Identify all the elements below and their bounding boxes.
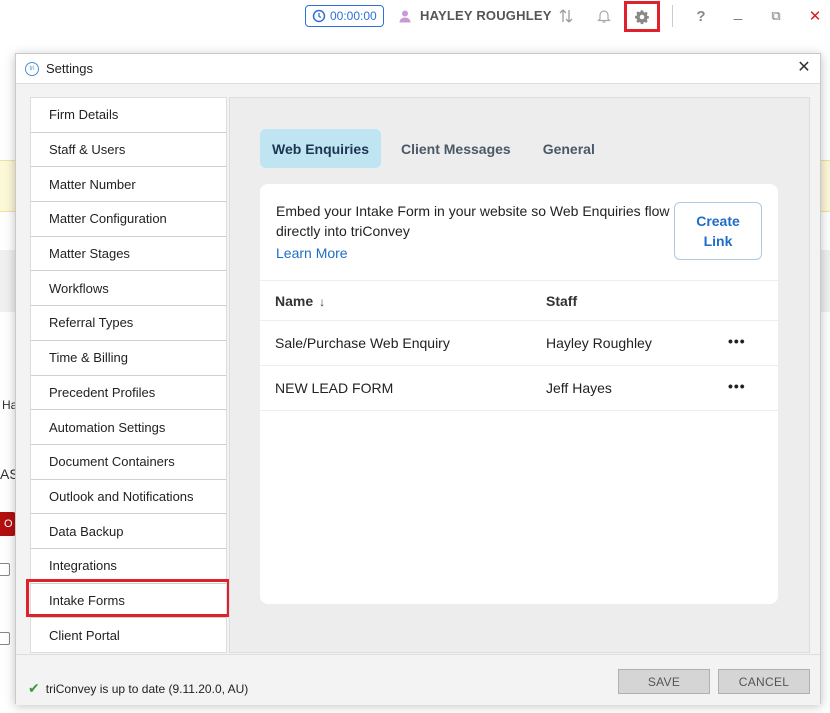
app-close-icon[interactable]: ✕: [805, 6, 825, 26]
gear-icon[interactable]: [634, 9, 650, 25]
bell-icon[interactable]: [594, 6, 614, 26]
background-checkbox: [0, 632, 10, 645]
clock-icon: [312, 9, 326, 23]
sync-icon[interactable]: [556, 6, 576, 26]
settings-highlight: [624, 1, 660, 32]
create-link-label-line1: Create: [696, 213, 740, 229]
user-menu[interactable]: HAYLEY ROUGHLEY: [398, 8, 552, 23]
table-row[interactable]: Sale/Purchase Web Enquiry Hayley Roughle…: [260, 321, 778, 366]
settings-sidebar: Firm Details Staff & Users Matter Number…: [30, 97, 227, 653]
create-link-button[interactable]: Create Link: [674, 202, 762, 260]
sidebar-item-client-portal[interactable]: Client Portal: [31, 618, 226, 652]
dialog-title: Settings: [46, 61, 93, 76]
more-options-icon[interactable]: •••: [728, 333, 746, 349]
sidebar-item-matter-configuration[interactable]: Matter Configuration: [31, 202, 226, 237]
table-row[interactable]: NEW LEAD FORM Jeff Hayes •••: [260, 366, 778, 411]
sidebar-item-integrations[interactable]: Integrations: [31, 549, 226, 584]
sidebar-item-staff-users[interactable]: Staff & Users: [31, 133, 226, 168]
tab-web-enquiries[interactable]: Web Enquiries: [260, 129, 381, 168]
sidebar-item-referral-types[interactable]: Referral Types: [31, 306, 226, 341]
dialog-close-icon[interactable]: ✕: [796, 60, 812, 76]
background-checkbox: [0, 563, 10, 576]
embed-description: Embed your Intake Form in your website s…: [276, 203, 670, 239]
column-header-staff: Staff: [546, 293, 578, 309]
timer-value: 00:00:00: [330, 9, 377, 23]
cancel-button[interactable]: CANCEL: [718, 669, 810, 694]
settings-dialog: tri Settings ✕ Firm Details Staff & User…: [15, 53, 821, 705]
help-icon[interactable]: ?: [691, 6, 711, 26]
more-options-icon[interactable]: •••: [728, 378, 746, 394]
create-link-label: Create Link: [696, 211, 740, 251]
check-icon: ✔: [28, 680, 40, 696]
web-enquiries-card: Embed your Intake Form in your website s…: [260, 184, 778, 604]
dialog-footer: ✔ triConvey is up to date (9.11.20.0, AU…: [16, 654, 820, 705]
user-name: HAYLEY ROUGHLEY: [420, 8, 552, 23]
sidebar-item-document-containers[interactable]: Document Containers: [31, 445, 226, 480]
sidebar-item-data-backup[interactable]: Data Backup: [31, 514, 226, 549]
sort-down-icon: ↓: [319, 295, 326, 309]
sidebar-item-automation-settings[interactable]: Automation Settings: [31, 410, 226, 445]
timer-button[interactable]: 00:00:00: [305, 5, 384, 27]
sidebar-item-time-billing[interactable]: Time & Billing: [31, 341, 226, 376]
tab-general[interactable]: General: [531, 129, 607, 168]
tab-bar: Web Enquiries Client Messages General: [260, 129, 615, 168]
dialog-titlebar: tri Settings ✕: [16, 54, 820, 84]
row-name: NEW LEAD FORM: [275, 380, 394, 396]
sidebar-item-firm-details[interactable]: Firm Details: [31, 98, 226, 133]
create-link-label-line2: Link: [703, 233, 733, 249]
minimize-icon[interactable]: _: [728, 2, 748, 22]
tab-client-messages[interactable]: Client Messages: [389, 129, 523, 168]
sidebar-item-intake-forms[interactable]: Intake Forms: [31, 583, 226, 619]
sidebar-item-matter-stages[interactable]: Matter Stages: [31, 237, 226, 272]
row-name: Sale/Purchase Web Enquiry: [275, 335, 450, 351]
row-staff: Jeff Hayes: [546, 380, 612, 396]
learn-more-link[interactable]: Learn More: [276, 245, 348, 261]
sidebar-item-workflows[interactable]: Workflows: [31, 271, 226, 307]
sidebar-item-outlook-notifications[interactable]: Outlook and Notifications: [31, 480, 226, 515]
background-button-label: O: [4, 518, 13, 530]
column-header-name[interactable]: Name ↓: [275, 293, 325, 309]
sidebar-item-precedent-profiles[interactable]: Precedent Profiles: [31, 376, 226, 411]
user-icon: [399, 10, 411, 22]
background-red-button: O: [0, 512, 16, 536]
column-header-name-label: Name: [275, 293, 314, 309]
settings-main-panel: Web Enquiries Client Messages General Em…: [229, 97, 810, 653]
triconvey-logo-icon: tri: [25, 61, 39, 76]
update-status: ✔ triConvey is up to date (9.11.20.0, AU…: [28, 680, 248, 697]
save-button[interactable]: SAVE: [618, 669, 710, 694]
restore-icon[interactable]: ⧉: [766, 6, 786, 26]
update-status-text: triConvey is up to date (9.11.20.0, AU): [45, 681, 249, 696]
row-staff: Hayley Roughley: [546, 335, 652, 351]
app-topbar: 00:00:00 HAYLEY ROUGHLEY ? _ ⧉ ✕: [0, 0, 830, 34]
sidebar-item-matter-number[interactable]: Matter Number: [31, 167, 226, 203]
table-header: Name ↓ Staff: [260, 280, 778, 321]
topbar-divider: [672, 5, 673, 27]
